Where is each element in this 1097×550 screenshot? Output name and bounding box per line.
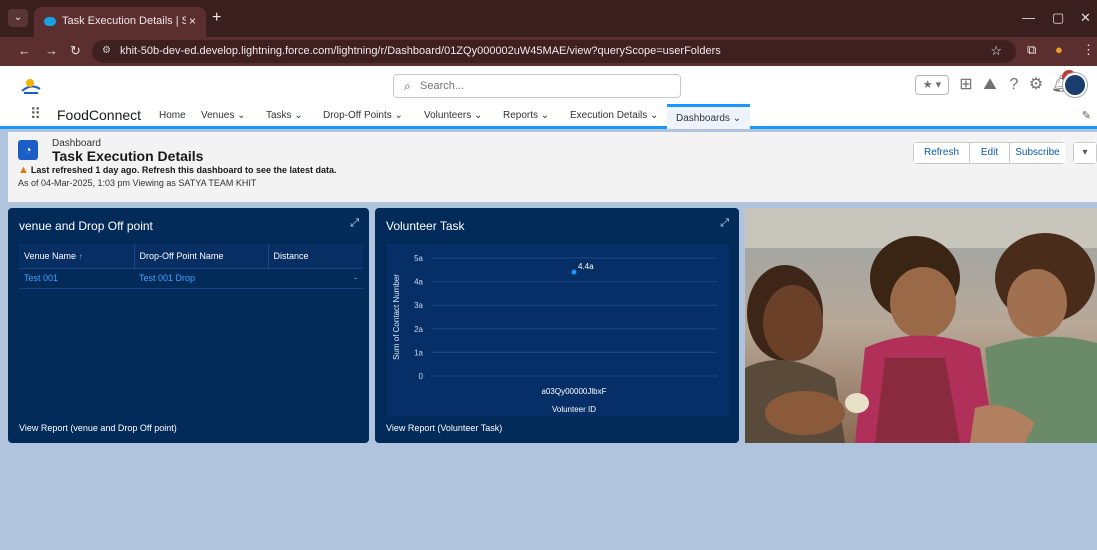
org-logo-icon[interactable] (20, 77, 42, 95)
volunteer-task-widget: Volunteer Task ⤢ 0 1a 2a 3a 4a 5a Sum of Conta… (375, 208, 739, 443)
children-photo (745, 208, 1097, 443)
y-tick-label: 4a (414, 278, 423, 287)
warning-icon: ▲ (18, 164, 29, 176)
more-actions-dropdown[interactable]: ▾ (1073, 142, 1097, 164)
minimize-button[interactable]: — (1022, 10, 1035, 25)
y-tick-label: 0 (419, 372, 424, 381)
chevron-down-icon[interactable]: ▾ (1074, 143, 1096, 163)
venue-dropoff-widget: venue and Drop Off point ⤢ Venue Name ↑ … (8, 208, 369, 443)
favorites-star-icon[interactable]: ★ ▾ (915, 75, 949, 95)
expand-icon[interactable]: ⤢ (350, 217, 359, 230)
dashboard-header: ◔ Dashboard Task Execution Details ▲ Last… (8, 132, 1097, 202)
nav-dashboards[interactable]: Dashboards ⌄ (667, 104, 751, 129)
window-close-button[interactable]: ✕ (1080, 10, 1091, 26)
app-nav-bar: ⠿ FoodConnect Home Venues ⌄ Tasks ⌄ Drop… (0, 104, 1097, 129)
browser-toolbar: ← → ↻ ⚙ khit-50b-dev-ed.develop.lightnin… (0, 37, 1097, 66)
dashboard-gauge-icon: ◔ (18, 140, 38, 160)
forward-icon[interactable]: → (45, 43, 58, 58)
app-name: FoodConnect (57, 107, 142, 123)
nav-reports[interactable]: Reports ⌄ (503, 110, 549, 121)
y-tick-label: 5a (414, 254, 423, 263)
tab-search-icon[interactable]: ⌄ (8, 9, 28, 27)
expand-icon[interactable]: ⤢ (720, 217, 729, 230)
browser-menu-icon[interactable]: ⋮ (1082, 42, 1095, 58)
app-launcher-icon[interactable]: ⠿ (30, 105, 41, 123)
dashboard-actions: Refresh Edit Subscribe (913, 142, 1065, 164)
sort-arrow-icon[interactable]: ↑ (79, 252, 83, 261)
refresh-button[interactable]: Refresh (914, 143, 970, 163)
maximize-button[interactable]: ▢ (1052, 10, 1064, 26)
tab-title: Task Execution Details | Salesfor (62, 15, 186, 27)
subscribe-button[interactable]: Subscribe (1010, 143, 1065, 163)
nav-execution-details[interactable]: Execution Details ⌄ (570, 110, 658, 121)
global-actions-plus-icon[interactable]: ⊞ (957, 72, 975, 98)
edit-nav-pencil-icon[interactable]: ✎ (1082, 109, 1091, 122)
view-report-link[interactable]: View Report (venue and Drop Off point) (19, 423, 177, 433)
address-bar[interactable]: ⚙ khit-50b-dev-ed.develop.lightning.forc… (92, 40, 1016, 63)
site-info-icon[interactable]: ⚙ (102, 45, 111, 56)
nav-volunteers[interactable]: Volunteers ⌄ (424, 110, 482, 121)
x-tick-label: a03Qy00000JlbxF (542, 387, 607, 396)
extensions-icon[interactable]: ⧉ (1027, 42, 1036, 58)
browser-tab-strip: ⌄ Task Execution Details | Salesfor × + … (0, 0, 1097, 37)
data-label: 4.4a (578, 262, 594, 271)
back-icon[interactable]: ← (18, 43, 31, 58)
tab-close-icon[interactable]: × (189, 14, 196, 28)
bookmark-star-icon[interactable]: ☆ (990, 43, 1002, 59)
x-axis-label: Volunteer ID (552, 405, 596, 414)
widget-title: venue and Drop Off point (19, 219, 153, 233)
nav-venues[interactable]: Venues ⌄ (201, 110, 246, 121)
url-text[interactable]: khit-50b-dev-ed.develop.lightning.force.… (120, 45, 721, 57)
page-title: Task Execution Details (52, 148, 204, 164)
setup-gear-icon[interactable]: ⚙ (1027, 72, 1045, 98)
alert-extension-icon[interactable]: ● (1055, 42, 1063, 57)
refresh-warning-text: Last refreshed 1 day ago. Refresh this d… (30, 165, 337, 175)
user-avatar[interactable] (1063, 73, 1087, 97)
help-icon[interactable]: ? (1005, 72, 1023, 98)
reload-icon[interactable]: ↻ (70, 43, 81, 59)
browser-tab[interactable]: Task Execution Details | Salesfor × (34, 7, 206, 37)
search-input[interactable] (420, 78, 670, 94)
distance-value: - (268, 267, 363, 289)
global-search[interactable]: ⌕ (393, 74, 681, 98)
nav-tasks[interactable]: Tasks ⌄ (266, 110, 303, 121)
venue-dropoff-table: Venue Name ↑ Drop-Off Point Name Distanc… (19, 244, 363, 289)
global-header: ⌕ ★ ▾ ⊞ ⛰ ? ⚙ 🔔︎ 2 (0, 66, 1097, 104)
venue-link[interactable]: Test 001 (19, 267, 134, 289)
y-tick-label: 3a (414, 301, 423, 310)
column-header-distance[interactable]: Distance (268, 244, 363, 268)
refresh-warning: ▲ Last refreshed 1 day ago. Refresh this … (18, 164, 336, 176)
data-point (571, 269, 577, 275)
search-icon: ⌕ (404, 79, 411, 93)
dropoff-link[interactable]: Test 001 Drop (134, 267, 268, 289)
trailhead-icon[interactable]: ⛰ (981, 72, 999, 98)
y-tick-label: 2a (414, 325, 423, 334)
nav-home[interactable]: Home (159, 110, 186, 121)
edit-button[interactable]: Edit (970, 143, 1010, 163)
column-header-drop-off-point[interactable]: Drop-Off Point Name (134, 244, 269, 268)
scatter-chart: 0 1a 2a 3a 4a 5a Sum of Contact Number 4.4a a03Q… (392, 254, 717, 414)
salesforce-favicon-icon (44, 17, 56, 26)
header-utilities: ★ ▾ ⊞ ⛰ ? ⚙ 🔔︎ 2 (911, 70, 1091, 98)
y-axis-label: Sum of Contact Number (392, 274, 401, 360)
nav-drop-off-points[interactable]: Drop-Off Points ⌄ (323, 110, 403, 121)
as-of-text: As of 04-Mar-2025, 1:03 pm Viewing as SA… (18, 178, 257, 188)
table-row: Test 001 Test 001 Drop - (19, 267, 363, 289)
view-report-link[interactable]: View Report (Volunteer Task) (386, 423, 502, 433)
column-header-venue-name[interactable]: Venue Name ↑ (19, 244, 135, 268)
widget-title: Volunteer Task (386, 219, 465, 233)
y-tick-label: 1a (414, 348, 423, 357)
chart-area: 0 1a 2a 3a 4a 5a Sum of Contact Number 4.4a a03Q… (387, 244, 729, 417)
new-tab-button[interactable]: + (212, 9, 221, 27)
